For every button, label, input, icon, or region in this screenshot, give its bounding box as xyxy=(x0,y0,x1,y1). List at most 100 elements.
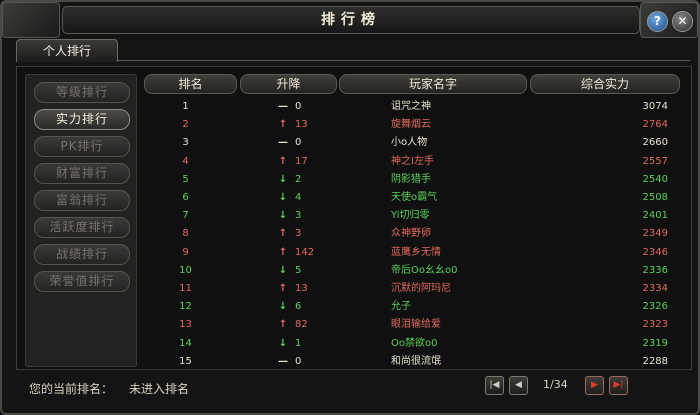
change-down-icon: ↓ xyxy=(278,301,288,313)
change-cell: 3 xyxy=(295,228,302,240)
table-row[interactable]: 7 ↓ 3 Yi切归零 2401 xyxy=(144,207,686,225)
power-value: 2540 xyxy=(642,173,668,185)
power-value: 2319 xyxy=(642,337,668,349)
close-button[interactable]: ✕ xyxy=(672,11,693,32)
power-cell: 2319 xyxy=(544,335,668,353)
table-row[interactable]: 10 ↓ 5 帝后Oo幺幺o0 2336 xyxy=(144,262,686,280)
change-cell: 4 xyxy=(295,192,302,203)
power-cell: 2326 xyxy=(544,298,668,316)
column-header-power[interactable]: 综合实力 xyxy=(530,74,680,94)
change-same-icon: — xyxy=(278,355,288,367)
last-page-button[interactable]: ▶| xyxy=(609,376,628,395)
change-cell: 13 xyxy=(295,119,308,131)
sidebar-item-honor-ranking[interactable]: 荣誉值排行 xyxy=(34,271,130,292)
rank-cell: 15 xyxy=(179,355,192,367)
change-cell: 1 xyxy=(295,337,302,349)
tab-personal-ranking[interactable]: 个人排行 xyxy=(16,39,118,62)
column-header-player-name[interactable]: 玩家名字 xyxy=(339,74,527,94)
table-row[interactable]: 3—0 小o人物 2660 xyxy=(144,134,686,152)
power-cell: 2540 xyxy=(544,171,668,189)
help-button[interactable]: ? xyxy=(647,11,668,32)
power-cell: 2346 xyxy=(544,244,668,262)
change-cell: 0 xyxy=(295,355,302,367)
column-header-rank[interactable]: 排名 xyxy=(144,74,237,94)
sidebar-item-strength-ranking[interactable]: 实力排行 xyxy=(34,109,130,130)
ranking-category-sidebar: 等级排行 实力排行 PK排行 财富排行 富翁排行 活跃度排行 战绩排行 荣誉值排… xyxy=(25,74,137,367)
table-row[interactable]: 11 ↑ 13 沉默的阿玛尼 2334 xyxy=(144,280,686,298)
table-row[interactable]: 8 ↑ 3 众神野卵 2349 xyxy=(144,225,686,243)
rank-cell: 6 xyxy=(182,192,189,203)
first-page-button[interactable]: |◀ xyxy=(485,376,504,395)
my-rank-label: 您的当前排名： xyxy=(29,382,114,396)
change-up-icon: ↑ xyxy=(278,246,288,258)
sidebar-item-battle-ranking[interactable]: 战绩排行 xyxy=(34,244,130,265)
table-row[interactable]: 6 ↓ 4 天使o霸气 2508 xyxy=(144,189,686,207)
power-cell: 2323 xyxy=(544,316,668,334)
change-cell: 13 xyxy=(295,283,308,294)
power-cell: 2288 xyxy=(544,353,668,371)
table-row[interactable]: 15—0 和尚很流氓 2288 xyxy=(144,353,686,371)
power-value: 2508 xyxy=(642,192,668,203)
change-cell: 0 xyxy=(295,137,302,149)
change-cell: 82 xyxy=(295,319,308,331)
power-cell: 2336 xyxy=(544,262,668,280)
power-value: 2346 xyxy=(642,246,668,258)
change-down-icon: ↓ xyxy=(278,192,288,203)
rank-cell: 9 xyxy=(182,246,189,258)
change-down-icon: ↓ xyxy=(278,337,288,349)
page-indicator: 1/34 xyxy=(543,378,568,391)
my-rank-value: 未进入排名 xyxy=(129,382,190,396)
rank-cell: 2 xyxy=(182,119,189,131)
change-down-icon: ↓ xyxy=(278,173,288,185)
change-up-icon: ↑ xyxy=(278,155,288,167)
table-header: 排名 升降 玩家名字 综合实力 xyxy=(144,74,686,94)
change-same-icon: — xyxy=(278,137,288,149)
change-up-icon: ↑ xyxy=(278,319,288,331)
rank-cell: 12 xyxy=(179,301,192,313)
ranking-table: 排名 升降 玩家名字 综合实力 1—0 诅咒之神 3074 2 ↑ 13 旋舞烟云 2764 3… xyxy=(144,74,686,367)
rank-cell: 14 xyxy=(179,337,192,349)
power-value: 2336 xyxy=(642,264,668,276)
change-cell: 142 xyxy=(295,246,315,258)
prev-page-button[interactable]: ◀ xyxy=(509,376,528,395)
table-row[interactable]: 14 ↓ 1 Oo禁欲o0 2319 xyxy=(144,335,686,353)
rank-cell: 7 xyxy=(182,210,189,222)
rank-cell: 10 xyxy=(179,264,192,276)
power-value: 2557 xyxy=(642,155,668,167)
power-cell: 2349 xyxy=(544,225,668,243)
rank-cell: 5 xyxy=(182,173,189,185)
table-row[interactable]: 5 ↓ 2 阴影猎手 2540 xyxy=(144,171,686,189)
column-header-change[interactable]: 升降 xyxy=(240,74,337,94)
ranking-window: 排行榜 ? ✕ 个人排行 等级排行 实力排行 PK排行 财富排行 富翁排行 活跃… xyxy=(0,0,700,415)
change-up-icon: ↑ xyxy=(278,283,288,294)
table-row[interactable]: 9 ↑ 142 蓝鹰乡无情 2346 xyxy=(144,244,686,262)
change-cell: 0 xyxy=(295,101,302,112)
power-cell: 2764 xyxy=(544,116,668,134)
change-down-icon: ↓ xyxy=(278,264,288,276)
table-row[interactable]: 13 ↑ 82 眼泪输给爱 2323 xyxy=(144,316,686,334)
power-value: 3074 xyxy=(642,101,668,112)
rank-cell: 4 xyxy=(182,155,189,167)
sidebar-item-level-ranking[interactable]: 等级排行 xyxy=(34,82,130,103)
sidebar-item-pk-ranking[interactable]: PK排行 xyxy=(34,136,130,157)
table-row[interactable]: 4 ↑ 17 神之I左手 2557 xyxy=(144,153,686,171)
sidebar-item-wealth-ranking[interactable]: 财富排行 xyxy=(34,163,130,184)
change-cell: 3 xyxy=(295,210,302,222)
rank-cell: 3 xyxy=(182,137,189,149)
power-cell: 2660 xyxy=(544,134,668,152)
tab-bar: 个人排行 xyxy=(16,39,690,62)
change-cell: 17 xyxy=(295,155,308,167)
next-page-button[interactable]: ▶ xyxy=(585,376,604,395)
window-corner-ornament-left xyxy=(2,2,60,38)
power-value: 2334 xyxy=(642,283,668,294)
power-cell: 2401 xyxy=(544,207,668,225)
power-value: 2323 xyxy=(642,319,668,331)
rank-cell: 8 xyxy=(182,228,189,240)
sidebar-item-rich-ranking[interactable]: 富翁排行 xyxy=(34,190,130,211)
table-row[interactable]: 2 ↑ 13 旋舞烟云 2764 xyxy=(144,116,686,134)
rank-cell: 13 xyxy=(179,319,192,331)
sidebar-item-activity-ranking[interactable]: 活跃度排行 xyxy=(34,217,130,238)
table-row[interactable]: 1—0 诅咒之神 3074 xyxy=(144,98,686,116)
table-row[interactable]: 12 ↓ 6 允子 2326 xyxy=(144,298,686,316)
change-cell: 5 xyxy=(295,264,302,276)
